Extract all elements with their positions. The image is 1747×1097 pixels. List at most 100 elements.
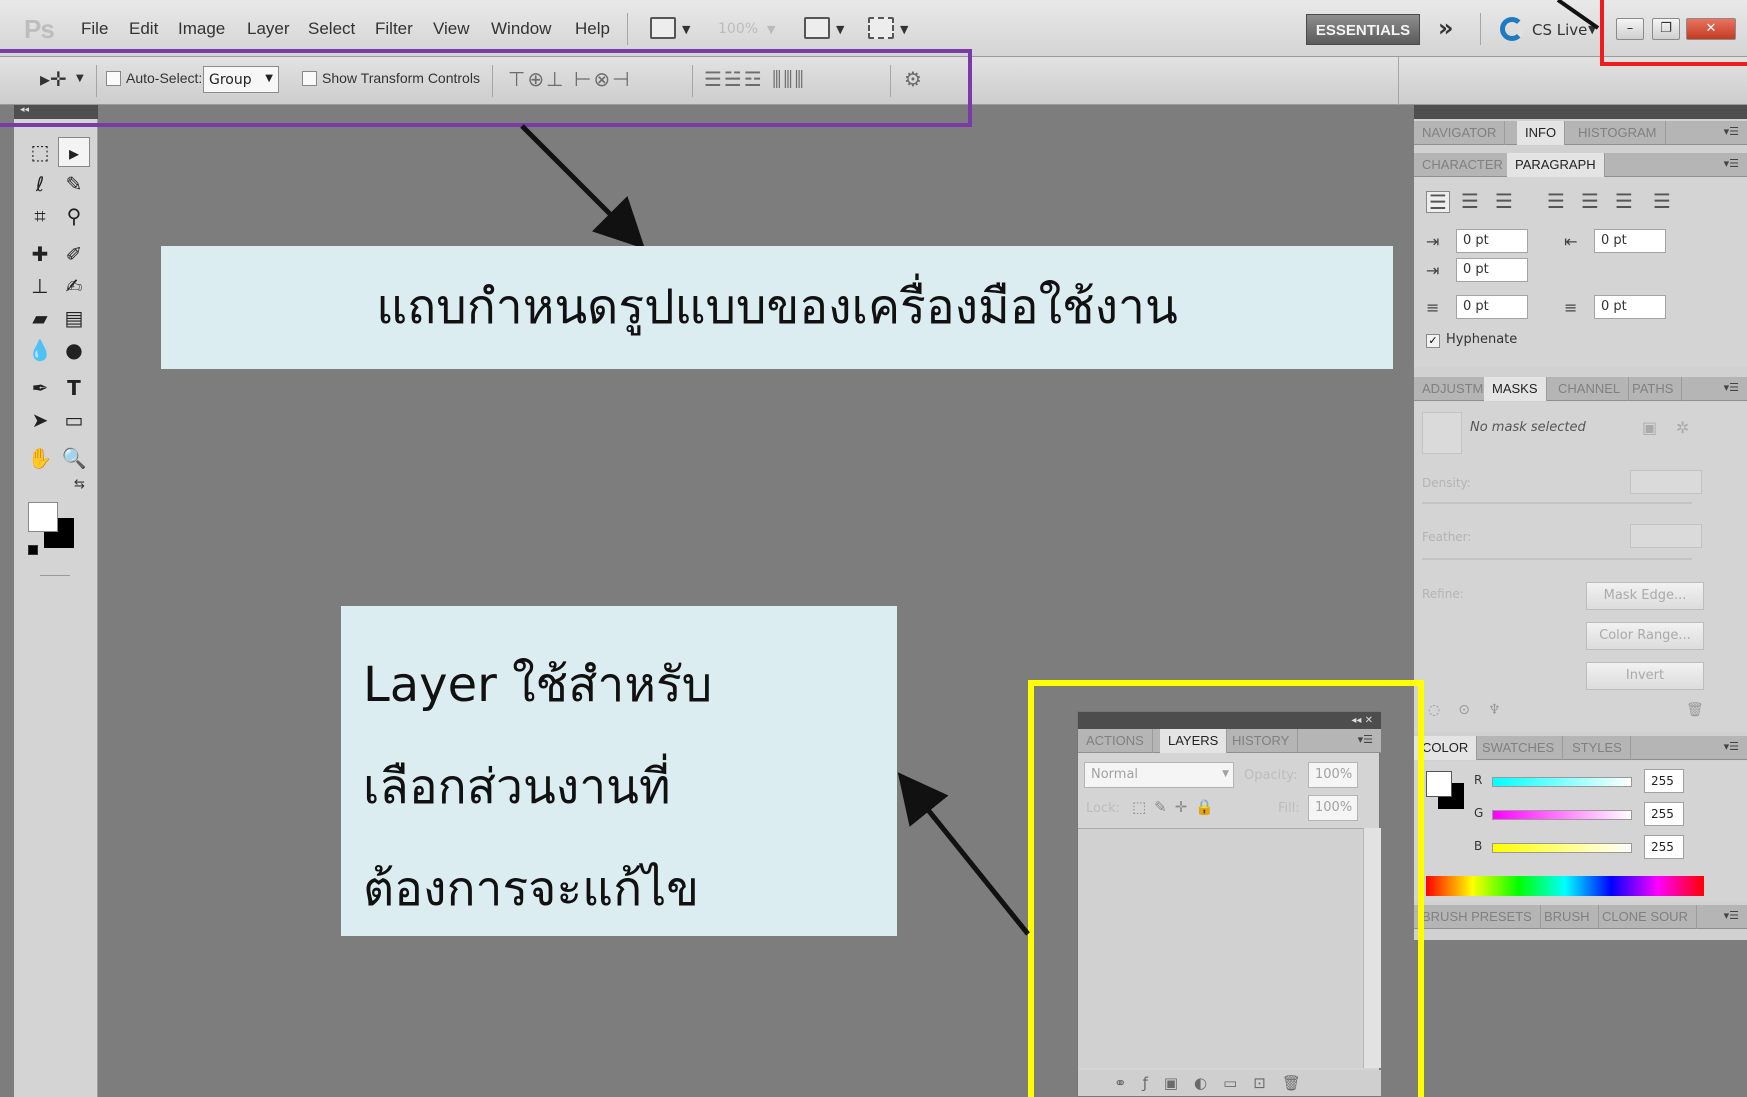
- gradient-tool-icon[interactable]: ▤: [58, 303, 90, 333]
- green-value[interactable]: 255: [1644, 802, 1684, 826]
- zoom-tool-icon[interactable]: 🔍: [58, 443, 90, 473]
- healing-brush-tool-icon[interactable]: ✚: [24, 239, 56, 269]
- tab-brush-presets[interactable]: BRUSH PRESETS: [1414, 905, 1541, 929]
- tab-paragraph[interactable]: PARAGRAPH: [1507, 153, 1605, 177]
- chevron-down-icon[interactable]: ▼: [1588, 23, 1596, 36]
- blue-value[interactable]: 255: [1644, 835, 1684, 859]
- tab-clone-source[interactable]: CLONE SOUR: [1594, 905, 1697, 929]
- red-value[interactable]: 255: [1644, 769, 1684, 793]
- tab-swatches[interactable]: SWATCHES: [1474, 736, 1564, 760]
- menu-window[interactable]: Window: [491, 19, 551, 39]
- hand-tool-icon[interactable]: ✋: [24, 443, 56, 473]
- density-slider[interactable]: [1422, 502, 1692, 504]
- tab-adjustments[interactable]: ADJUSTM: [1414, 377, 1493, 401]
- tab-masks[interactable]: MASKS: [1484, 377, 1547, 401]
- panel-menu-icon[interactable]: ▾☰: [1724, 381, 1739, 394]
- tab-info[interactable]: INFO: [1517, 121, 1566, 145]
- tab-character[interactable]: CHARACTER: [1414, 153, 1512, 177]
- mask-footer-icons[interactable]: ◌⊙♆: [1428, 702, 1519, 718]
- panel-menu-icon[interactable]: ▾☰: [1724, 157, 1739, 170]
- align-right-icon[interactable]: ☰: [1492, 191, 1516, 213]
- move-tool-icon[interactable]: ▸: [58, 137, 90, 167]
- vector-mask-icon[interactable]: ✲: [1676, 418, 1689, 437]
- justify-last-right-icon[interactable]: ☰: [1612, 191, 1636, 213]
- foreground-color-swatch[interactable]: [28, 502, 58, 532]
- color-range-button[interactable]: Color Range...: [1586, 622, 1704, 650]
- hyphenate-checkbox[interactable]: ✓: [1426, 334, 1440, 348]
- zoom-level[interactable]: 100%: [718, 21, 758, 37]
- menu-edit[interactable]: Edit: [129, 19, 158, 39]
- default-colors-icon[interactable]: [28, 545, 38, 555]
- menu-file[interactable]: File: [81, 19, 108, 39]
- mask-edge-button[interactable]: Mask Edge...: [1586, 582, 1704, 610]
- swap-colors-icon[interactable]: ⇆: [74, 477, 85, 492]
- align-center-icon[interactable]: ☰: [1458, 191, 1482, 213]
- justify-last-center-icon[interactable]: ☰: [1578, 191, 1602, 213]
- more-workspaces-icon[interactable]: »: [1438, 14, 1454, 42]
- hyphenate-label: Hyphenate: [1446, 332, 1518, 347]
- indent-first-line-field[interactable]: 0 pt: [1456, 258, 1528, 282]
- collapse-dock-icon[interactable]: [1414, 105, 1747, 119]
- space-after-field[interactable]: 0 pt: [1594, 295, 1666, 319]
- justify-all-icon[interactable]: ☰: [1650, 191, 1674, 213]
- brush-tool-icon[interactable]: ✐: [58, 239, 90, 269]
- menu-image[interactable]: Image: [178, 19, 225, 39]
- cs-live-icon[interactable]: [1500, 17, 1524, 41]
- path-selection-tool-icon[interactable]: ➤: [24, 405, 56, 435]
- red-slider[interactable]: [1492, 777, 1632, 787]
- color-spectrum-bar[interactable]: [1426, 876, 1704, 896]
- menu-select[interactable]: Select: [308, 19, 355, 39]
- space-before-field[interactable]: 0 pt: [1456, 295, 1528, 319]
- color-panel-body: R 255 G 255 B 255: [1414, 761, 1747, 901]
- indent-left-field[interactable]: 0 pt: [1456, 229, 1528, 253]
- feather-field[interactable]: [1630, 524, 1702, 548]
- pen-tool-icon[interactable]: ✒: [24, 373, 56, 403]
- history-brush-tool-icon[interactable]: ✍: [58, 271, 90, 301]
- lasso-tool-icon[interactable]: ℓ: [24, 169, 56, 199]
- density-field[interactable]: [1630, 470, 1702, 494]
- cs-live-menu[interactable]: CS Live: [1532, 21, 1587, 39]
- tab-styles[interactable]: STYLES: [1564, 736, 1631, 760]
- tab-channels[interactable]: CHANNEL: [1550, 377, 1630, 401]
- delete-mask-icon[interactable]: 🗑: [1686, 702, 1704, 718]
- blue-slider[interactable]: [1492, 843, 1632, 853]
- screen-mode-icon[interactable]: [868, 17, 894, 39]
- clone-stamp-tool-icon[interactable]: ⊥: [24, 271, 56, 301]
- crop-tool-icon[interactable]: ⌗: [24, 201, 56, 231]
- indent-right-field[interactable]: 0 pt: [1594, 229, 1666, 253]
- feather-slider[interactable]: [1422, 558, 1692, 560]
- pixel-mask-icon[interactable]: ▣: [1642, 418, 1657, 437]
- launch-bridge-icon[interactable]: [650, 17, 676, 39]
- invert-button[interactable]: Invert: [1586, 662, 1704, 690]
- menu-layer[interactable]: Layer: [247, 19, 290, 39]
- blur-tool-icon[interactable]: 💧: [24, 335, 56, 365]
- tab-histogram[interactable]: HISTOGRAM: [1570, 121, 1666, 145]
- type-tool-icon[interactable]: T: [58, 373, 90, 403]
- tab-paths[interactable]: PATHS: [1624, 377, 1683, 401]
- menu-filter[interactable]: Filter: [375, 19, 413, 39]
- panel-menu-icon[interactable]: ▾☰: [1724, 740, 1739, 753]
- menu-help[interactable]: Help: [575, 19, 610, 39]
- workspace-essentials-button[interactable]: ESSENTIALS: [1306, 14, 1420, 45]
- green-slider[interactable]: [1492, 810, 1632, 820]
- justify-last-left-icon[interactable]: ☰: [1544, 191, 1568, 213]
- chevron-down-icon[interactable]: ▼: [836, 23, 844, 36]
- quick-selection-tool-icon[interactable]: ✎: [58, 169, 90, 199]
- dodge-tool-icon[interactable]: ●: [58, 335, 90, 365]
- align-left-icon[interactable]: ☰: [1426, 191, 1450, 213]
- marquee-tool-icon[interactable]: ⬚: [24, 137, 56, 167]
- eraser-tool-icon[interactable]: ▰: [24, 303, 56, 333]
- chevron-down-icon[interactable]: ▼: [767, 23, 775, 36]
- eyedropper-tool-icon[interactable]: ⚲: [58, 201, 90, 231]
- paragraph-panel-body: ☰ ☰ ☰ ☰ ☰ ☰ ☰ ⇥ 0 pt ⇤ 0 pt ⇥ 0 pt ≡ 0 p…: [1414, 177, 1747, 367]
- chevron-down-icon[interactable]: ▼: [682, 23, 690, 36]
- chevron-down-icon[interactable]: ▼: [900, 23, 908, 36]
- tab-brush[interactable]: BRUSH: [1536, 905, 1599, 929]
- arrange-documents-icon[interactable]: [804, 17, 830, 39]
- tab-navigator[interactable]: NAVIGATOR: [1414, 121, 1506, 145]
- menu-view[interactable]: View: [433, 19, 470, 39]
- rectangle-tool-icon[interactable]: ▭: [58, 405, 90, 435]
- color-panel-foreground-swatch[interactable]: [1426, 771, 1452, 797]
- panel-menu-icon[interactable]: ▾☰: [1724, 125, 1739, 138]
- panel-menu-icon[interactable]: ▾☰: [1724, 909, 1739, 922]
